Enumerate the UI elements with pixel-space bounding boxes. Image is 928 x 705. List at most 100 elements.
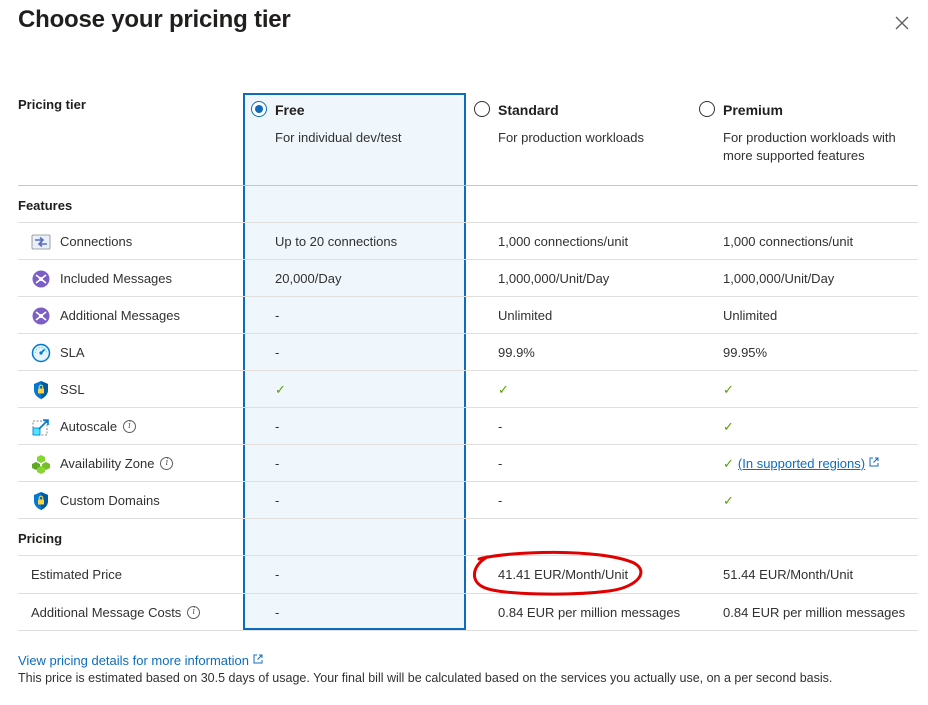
- shield-icon: [31, 380, 51, 400]
- messages-icon: [31, 269, 51, 289]
- standard-value: ✓: [498, 371, 509, 408]
- free-value: -: [275, 445, 279, 482]
- value-text: 1,000 connections/unit: [723, 234, 854, 249]
- free-value: 20,000/Day: [275, 260, 342, 297]
- free-value: -: [275, 334, 279, 371]
- row-label-text: Additional Messages: [60, 308, 180, 323]
- standard-value: -: [498, 445, 502, 482]
- premium-value: Unlimited: [723, 297, 777, 334]
- external-link-icon: [253, 654, 263, 664]
- row-label: Connections: [60, 223, 132, 260]
- divider: [18, 630, 918, 631]
- pricing-table: Pricing tier Free For individual dev/tes…: [18, 93, 918, 633]
- premium-value: ✓: [723, 371, 734, 408]
- info-icon[interactable]: i: [187, 606, 201, 619]
- check-icon: ✓: [275, 381, 286, 397]
- value-text: Unlimited: [498, 308, 553, 323]
- row-label-text: Included Messages: [60, 271, 173, 286]
- value-text: Unlimited: [723, 308, 778, 323]
- page-title: Choose your pricing tier: [18, 6, 291, 33]
- tier-description: For individual dev/test: [275, 130, 402, 145]
- free-value: -: [275, 567, 280, 582]
- feature-row-included-messages: Included Messages 20,000/Day 1,000,000/Uni…: [18, 260, 918, 297]
- feature-row-ssl: SSL ✓ ✓ ✓: [18, 371, 918, 408]
- value-text: 20,000/Day: [275, 271, 342, 286]
- pricing-section-label: Pricing: [18, 531, 63, 546]
- autoscale-icon: [31, 417, 51, 437]
- row-label-text: SSL: [60, 382, 85, 397]
- premium-value: ✓ (In supported regions): [723, 445, 879, 482]
- standard-value: Unlimited: [498, 297, 552, 334]
- value-text: Up to 20 connections: [275, 234, 398, 249]
- connections-icon: [31, 232, 51, 252]
- standard-value: 99.9%: [498, 334, 535, 371]
- premium-value: 1,000,000/Unit/Day: [723, 260, 834, 297]
- value-text: -: [275, 308, 280, 323]
- premium-value: ✓: [723, 408, 734, 445]
- info-icon[interactable]: i: [160, 457, 174, 470]
- pricing-tier-label: Pricing tier: [18, 97, 86, 112]
- row-label: Custom Domains: [60, 482, 160, 519]
- value-text: 1,000,000/Unit/Day: [498, 271, 610, 286]
- value-text: -: [275, 493, 280, 508]
- row-label: Autoscale i: [60, 408, 137, 445]
- radio-premium[interactable]: [699, 101, 715, 117]
- external-link-icon: [865, 456, 879, 471]
- row-label-text: Connections: [60, 234, 133, 249]
- value-text: -: [275, 419, 280, 434]
- premium-value: 51.44 EUR/Month/Unit: [723, 567, 854, 582]
- standard-value: 1,000,000/Unit/Day: [498, 260, 609, 297]
- feature-row-connections: Connections Up to 20 connections 1,000 con…: [18, 223, 918, 260]
- free-value: -: [275, 408, 279, 445]
- value-text: -: [498, 456, 503, 471]
- free-value: -: [275, 605, 280, 620]
- row-label-text: Additional Message Costs: [31, 605, 182, 620]
- free-value: Up to 20 connections: [275, 223, 397, 260]
- tier-name: Standard: [498, 102, 559, 118]
- standard-value: -: [498, 482, 502, 519]
- pricing-details-link-text[interactable]: View pricing details for more informatio…: [18, 653, 249, 668]
- radio-standard[interactable]: [474, 101, 490, 117]
- messages-icon: [31, 306, 51, 326]
- divider: [18, 185, 918, 186]
- premium-value: 0.84 EUR per million messages: [723, 605, 906, 620]
- close-icon[interactable]: [893, 14, 911, 32]
- standard-value: 1,000 connections/unit: [498, 223, 628, 260]
- row-label: Additional Messages: [60, 297, 180, 334]
- value-text: -: [275, 345, 280, 360]
- free-value: -: [275, 482, 279, 519]
- row-label: SSL: [60, 371, 85, 408]
- pricing-details-link[interactable]: View pricing details for more informatio…: [18, 653, 263, 668]
- row-label: Availability Zone i: [60, 445, 174, 482]
- value-text: -: [275, 456, 280, 471]
- tier-description: For production workloads with more suppo…: [723, 130, 896, 163]
- pricing-row-estimated-price: Estimated Price - 41.41 EUR/Month/Unit 5…: [18, 556, 918, 593]
- standard-value: 0.84 EUR per million messages: [498, 605, 681, 620]
- radio-free[interactable]: [251, 101, 267, 117]
- row-label: Estimated Price: [31, 567, 123, 582]
- row-label-text: SLA: [60, 345, 85, 360]
- feature-row-custom-domains: Custom Domains - - ✓: [18, 482, 918, 519]
- check-icon: ✓: [723, 418, 734, 434]
- tier-description: For production workloads: [498, 130, 644, 145]
- value-text: 1,000 connections/unit: [498, 234, 629, 249]
- value-text: 99.9%: [498, 345, 535, 360]
- row-label: SLA: [60, 334, 85, 371]
- price-estimate-note: This price is estimated based on 30.5 da…: [18, 671, 833, 685]
- row-label-text: Autoscale: [60, 419, 118, 434]
- free-value: -: [275, 297, 279, 334]
- row-label: Additional Message Costs i: [31, 594, 201, 631]
- row-label-text: Availability Zone: [60, 456, 155, 471]
- features-section-label: Features: [18, 198, 73, 213]
- availability-zone-icon: [31, 454, 51, 474]
- feature-row-additional-messages: Additional Messages - Unlimited Unlimited: [18, 297, 918, 334]
- premium-value: ✓: [723, 482, 734, 519]
- row-label: Included Messages: [60, 260, 172, 297]
- standard-value: 41.41 EUR/Month/Unit: [498, 567, 629, 582]
- feature-row-availability-zone: Availability Zone i - - ✓ (In supported regio…: [18, 445, 918, 482]
- info-icon[interactable]: i: [123, 420, 137, 433]
- free-value: ✓: [275, 371, 286, 408]
- feature-row-autoscale: Autoscale i - - ✓: [18, 408, 918, 445]
- premium-value: 99.95%: [723, 334, 767, 371]
- supported-regions-link[interactable]: (In supported regions): [738, 456, 865, 471]
